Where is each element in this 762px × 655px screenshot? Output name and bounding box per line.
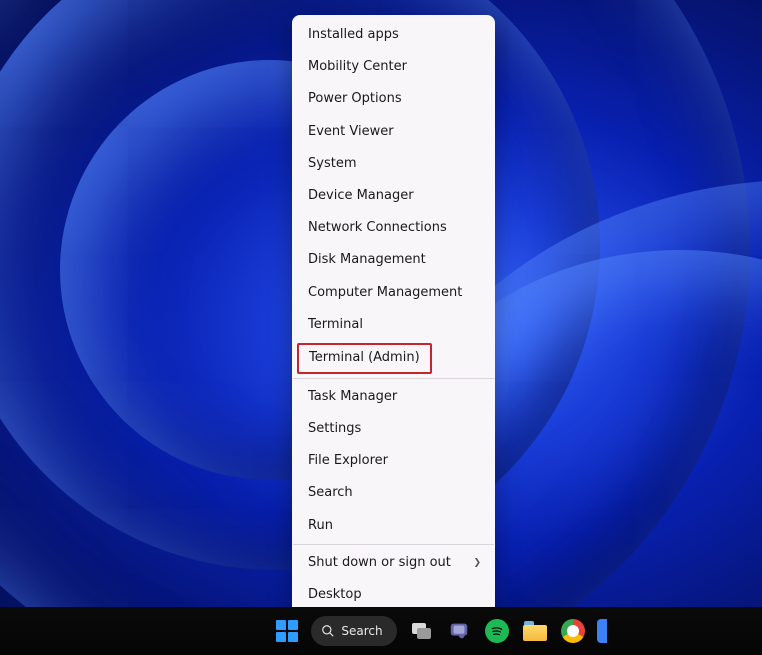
menu-divider [293,544,494,545]
chevron-right-icon: ❯ [473,557,481,570]
start-button[interactable] [273,617,301,645]
chat-icon [448,620,470,642]
menu-item-terminal-admin[interactable]: Terminal (Admin) [297,343,432,374]
menu-item-file-explorer[interactable]: File Explorer [294,445,493,477]
task-view-icon [409,619,433,643]
taskbar-file-explorer-button[interactable] [521,617,549,645]
folder-icon [523,621,547,641]
menu-item-device-manager[interactable]: Device Manager [294,180,493,212]
menu-item-network-connections[interactable]: Network Connections [294,212,493,244]
menu-item-power-options[interactable]: Power Options [294,83,493,115]
windows-logo-icon [276,620,298,642]
taskbar-chrome-button[interactable] [559,617,587,645]
menu-item-shut-down[interactable]: Shut down or sign out ❯ [294,547,493,579]
menu-item-settings[interactable]: Settings [294,413,493,445]
menu-item-run[interactable]: Run [294,510,493,542]
menu-item-terminal[interactable]: Terminal [294,309,493,341]
chrome-icon [561,619,585,643]
spotify-icon [485,619,509,643]
desktop-background: Installed apps Mobility Center Power Opt… [0,0,762,655]
taskbar-partial-app[interactable] [597,617,609,645]
menu-divider [293,378,494,379]
menu-item-disk-management[interactable]: Disk Management [294,244,493,276]
menu-item-task-manager[interactable]: Task Manager [294,381,493,413]
taskbar-chat-button[interactable] [445,617,473,645]
power-user-menu: Installed apps Mobility Center Power Opt… [292,15,495,615]
menu-item-event-viewer[interactable]: Event Viewer [294,116,493,148]
taskbar-search[interactable]: Search [311,616,396,646]
taskbar-spotify-button[interactable] [483,617,511,645]
menu-item-search[interactable]: Search [294,477,493,509]
taskbar: Search [0,607,762,655]
task-view-button[interactable] [407,617,435,645]
menu-item-installed-apps[interactable]: Installed apps [294,19,493,51]
taskbar-search-label: Search [341,624,382,638]
menu-item-system[interactable]: System [294,148,493,180]
menu-item-computer-management[interactable]: Computer Management [294,277,493,309]
app-icon [597,619,607,643]
menu-item-mobility-center[interactable]: Mobility Center [294,51,493,83]
search-icon [321,624,335,638]
